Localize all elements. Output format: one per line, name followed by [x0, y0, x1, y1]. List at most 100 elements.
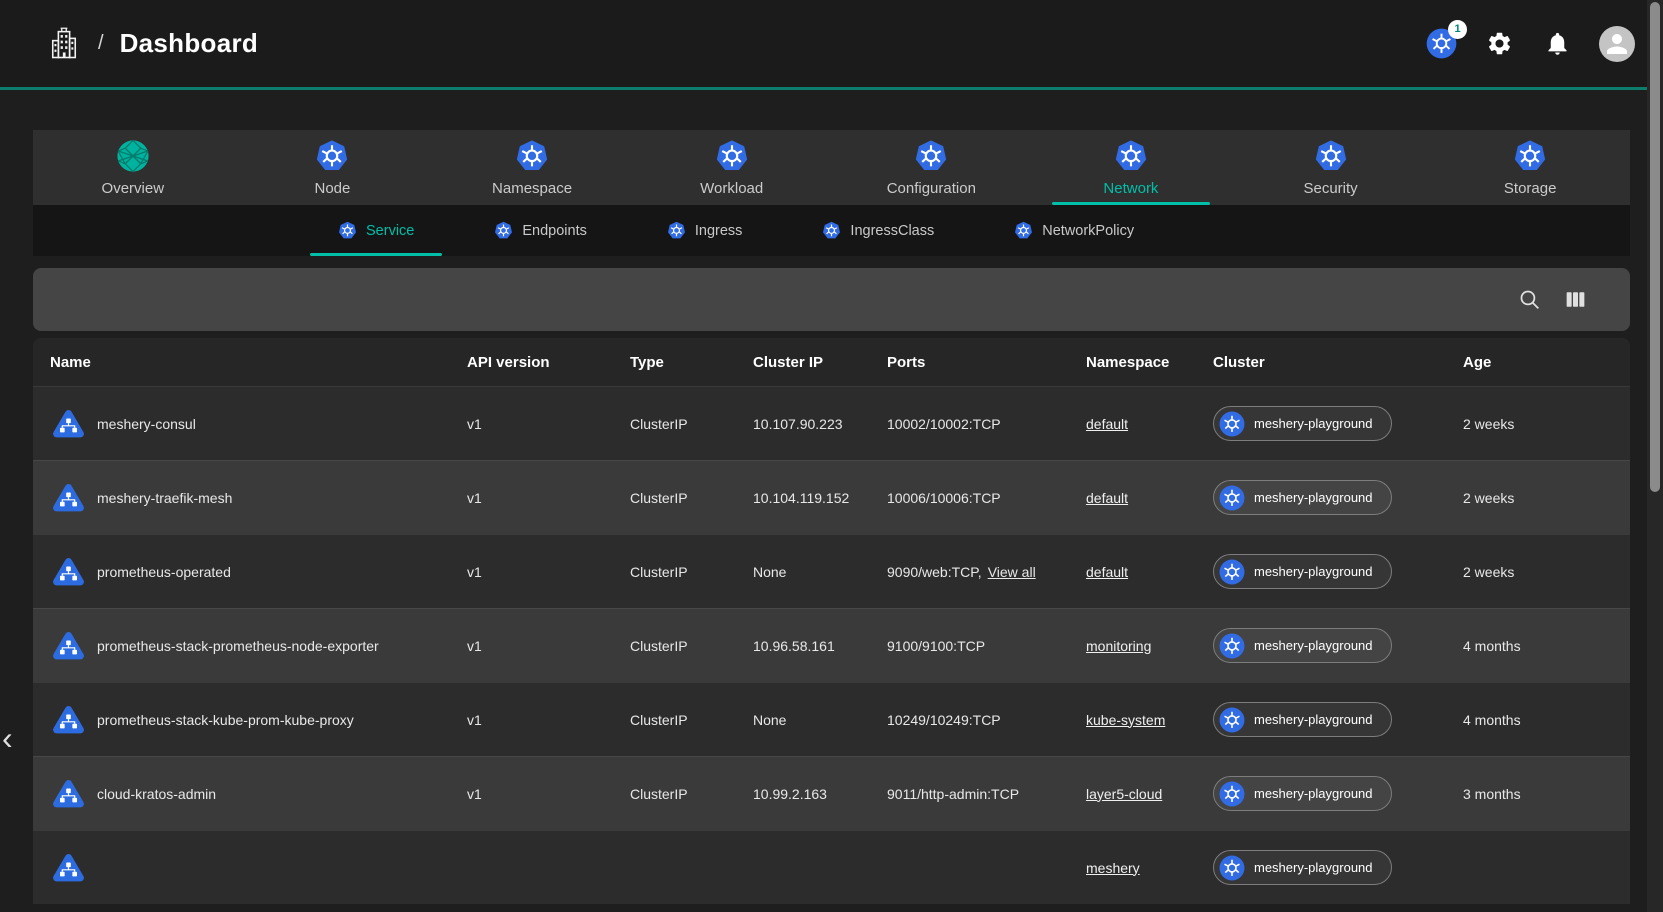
kubernetes-icon	[1219, 559, 1245, 585]
age: 4 months	[1446, 712, 1630, 728]
kubernetes-icon	[1014, 221, 1033, 240]
cluster-name: meshery-playground	[1254, 712, 1373, 727]
column-header-age: Age	[1446, 354, 1630, 371]
namespace-link[interactable]: kube-system	[1086, 712, 1165, 728]
service-icon	[50, 775, 87, 812]
namespace-link[interactable]: meshery	[1086, 860, 1140, 876]
namespace-link[interactable]: default	[1086, 416, 1128, 432]
services-table: NameAPI versionTypeCluster IPPortsNamesp…	[33, 338, 1630, 904]
table-row[interactable]: cloud-kratos-admin v1 ClusterIP 10.99.2.…	[33, 756, 1630, 830]
organization-building-icon[interactable]	[46, 26, 82, 62]
cluster-chip[interactable]: meshery-playground	[1213, 554, 1392, 589]
table-row[interactable]: meshery-consul v1 ClusterIP 10.107.90.22…	[33, 386, 1630, 460]
subtab-endpoints[interactable]: Endpoints	[454, 205, 627, 256]
scrollbar-thumb[interactable]	[1650, 2, 1660, 492]
cluster-name: meshery-playground	[1254, 786, 1373, 801]
bell-icon[interactable]	[1541, 28, 1573, 60]
meshery-icon	[116, 139, 150, 173]
cluster-chip[interactable]: meshery-playground	[1213, 776, 1392, 811]
service-icon	[50, 553, 87, 590]
view-columns-icon[interactable]	[1562, 287, 1588, 313]
ports: 10006/10006:TCP	[887, 490, 1001, 506]
tab-configuration[interactable]: Configuration	[832, 130, 1032, 205]
api-version: v1	[450, 638, 613, 654]
column-header-ports: Ports	[870, 354, 1069, 371]
subtab-ingressclass[interactable]: IngressClass	[782, 205, 974, 256]
collapse-drawer-chevron-icon[interactable]: ‹	[2, 722, 13, 754]
kubernetes-icon	[494, 221, 513, 240]
column-header-type: Type	[613, 354, 736, 371]
kubernetes-icon	[515, 139, 549, 173]
cluster-ip: 10.96.58.161	[736, 638, 870, 654]
api-version: v1	[450, 416, 613, 432]
subtab-ingress[interactable]: Ingress	[627, 205, 783, 256]
service-name: meshery-consul	[97, 416, 196, 432]
tab-security[interactable]: Security	[1231, 130, 1431, 205]
ports: 9011/http-admin:TCP	[887, 786, 1019, 802]
search-icon[interactable]	[1516, 287, 1542, 313]
cluster-chip[interactable]: meshery-playground	[1213, 702, 1392, 737]
cluster-name: meshery-playground	[1254, 860, 1373, 875]
tab-overview[interactable]: Overview	[33, 130, 233, 205]
namespace-link[interactable]: monitoring	[1086, 638, 1151, 654]
age: 2 weeks	[1446, 490, 1630, 506]
subtab-networkpolicy[interactable]: NetworkPolicy	[974, 205, 1174, 256]
header-accent-divider	[0, 87, 1663, 90]
service-type: ClusterIP	[613, 416, 736, 432]
namespace-link[interactable]: default	[1086, 490, 1128, 506]
page-scrollbar[interactable]	[1647, 0, 1663, 912]
service-name: prometheus-stack-kube-prom-kube-proxy	[97, 712, 354, 728]
cluster-ip: 10.107.90.223	[736, 416, 870, 432]
resource-category-tabs: Overview Node Namespace Workload Con	[33, 130, 1630, 205]
ports: 9090/web:TCP,	[887, 564, 982, 580]
ports: 10249/10249:TCP	[887, 712, 1001, 728]
api-version: v1	[450, 490, 613, 506]
age: 2 weeks	[1446, 416, 1630, 432]
breadcrumb-separator: /	[98, 32, 104, 55]
namespace-link[interactable]: layer5-cloud	[1086, 786, 1162, 802]
tab-workload[interactable]: Workload	[632, 130, 832, 205]
cluster-name: meshery-playground	[1254, 638, 1373, 653]
kubernetes-icon	[1314, 139, 1348, 173]
service-icon	[50, 701, 87, 738]
subtab-service[interactable]: Service	[298, 205, 454, 256]
table-row[interactable]: prometheus-stack-kube-prom-kube-proxy v1…	[33, 682, 1630, 756]
gear-icon[interactable]	[1483, 28, 1515, 60]
age: 2 weeks	[1446, 564, 1630, 580]
cluster-name: meshery-playground	[1254, 564, 1373, 579]
api-version: v1	[450, 712, 613, 728]
kubernetes-icon	[1219, 781, 1245, 807]
cluster-chip[interactable]: meshery-playground	[1213, 480, 1392, 515]
kubernetes-icon	[1219, 707, 1245, 733]
cluster-chip[interactable]: meshery-playground	[1213, 850, 1392, 885]
tab-storage[interactable]: Storage	[1430, 130, 1630, 205]
kubernetes-icon	[914, 139, 948, 173]
kubernetes-icon	[1219, 485, 1245, 511]
kubernetes-icon	[315, 139, 349, 173]
tab-network[interactable]: Network	[1031, 130, 1231, 205]
kubernetes-context-icon[interactable]: 1	[1425, 28, 1457, 60]
column-header-cluster-ip: Cluster IP	[736, 354, 870, 371]
service-name: cloud-kratos-admin	[97, 786, 216, 802]
avatar[interactable]	[1599, 26, 1635, 62]
cluster-chip[interactable]: meshery-playground	[1213, 628, 1392, 663]
table-toolbar	[33, 268, 1630, 331]
tab-namespace[interactable]: Namespace	[432, 130, 632, 205]
api-version: v1	[450, 786, 613, 802]
table-row[interactable]: meshery-traefik-mesh v1 ClusterIP 10.104…	[33, 460, 1630, 534]
tab-node[interactable]: Node	[233, 130, 433, 205]
namespace-link[interactable]: default	[1086, 564, 1128, 580]
cluster-chip[interactable]: meshery-playground	[1213, 406, 1392, 441]
page-title: Dashboard	[120, 28, 259, 59]
kubernetes-icon	[1513, 139, 1547, 173]
service-type: ClusterIP	[613, 490, 736, 506]
table-header-row: NameAPI versionTypeCluster IPPortsNamesp…	[33, 338, 1630, 386]
service-icon	[50, 405, 87, 442]
table-row[interactable]: prometheus-operated v1 ClusterIP None 90…	[33, 534, 1630, 608]
cluster-name: meshery-playground	[1254, 416, 1373, 431]
table-row[interactable]: prometheus-stack-prometheus-node-exporte…	[33, 608, 1630, 682]
ports: 9100/9100:TCP	[887, 638, 985, 654]
kubernetes-icon	[822, 221, 841, 240]
table-row[interactable]: meshery meshery-playground	[33, 830, 1630, 904]
view-all-ports-link[interactable]: View all	[988, 564, 1036, 580]
